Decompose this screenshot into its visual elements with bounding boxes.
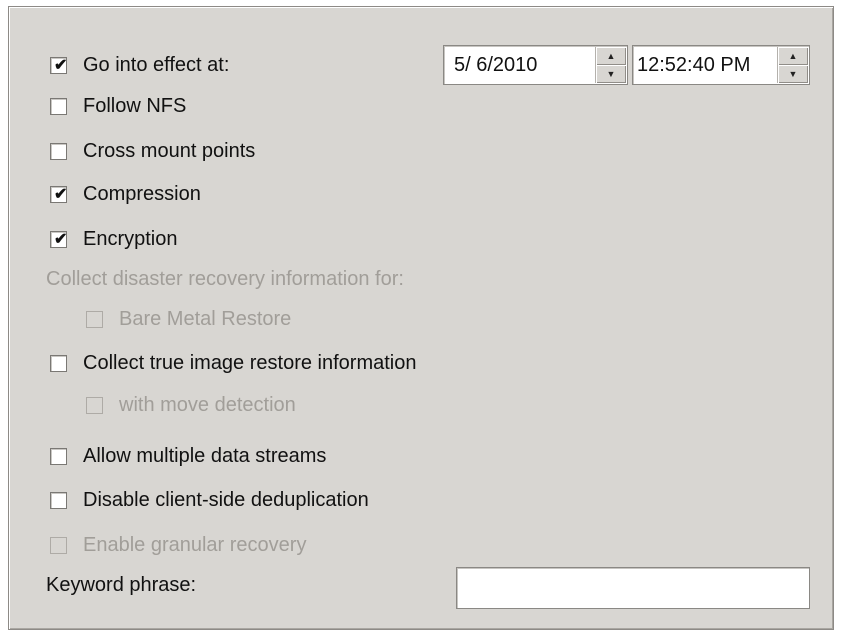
disable-dedup-checkbox[interactable] xyxy=(50,492,67,509)
move-detection-checkbox xyxy=(86,397,103,414)
granular-recovery-checkbox xyxy=(50,537,67,554)
date-spinner: ▲ ▼ xyxy=(595,47,626,83)
bare-metal-restore-checkbox xyxy=(86,311,103,328)
spin-down-icon: ▼ xyxy=(606,69,616,79)
encryption-label: Encryption xyxy=(83,228,178,250)
cross-mount-points-option[interactable]: Cross mount points xyxy=(50,140,255,163)
granular-recovery-option: Enable granular recovery xyxy=(50,534,306,557)
multiple-data-streams-checkbox[interactable] xyxy=(50,448,67,465)
spin-up-icon: ▲ xyxy=(606,51,616,61)
follow-nfs-option[interactable]: Follow NFS xyxy=(50,95,186,118)
collect-true-image-checkbox[interactable] xyxy=(50,355,67,372)
bare-metal-restore-option: Bare Metal Restore xyxy=(86,308,291,331)
encryption-checkbox[interactable]: ✔ xyxy=(50,231,67,248)
compression-label: Compression xyxy=(83,183,201,205)
check-icon: ✔ xyxy=(54,57,68,74)
disaster-recovery-label: Collect disaster recovery information fo… xyxy=(46,268,404,290)
go-into-effect-option[interactable]: ✔ Go into effect at: xyxy=(50,54,229,77)
check-icon: ✔ xyxy=(54,186,68,203)
effective-date-value[interactable]: 5/ 6/2010 xyxy=(444,54,595,77)
go-into-effect-checkbox[interactable]: ✔ xyxy=(50,57,67,74)
move-detection-label: with move detection xyxy=(119,394,296,416)
check-icon: ✔ xyxy=(54,231,68,248)
follow-nfs-label: Follow NFS xyxy=(83,95,187,117)
granular-recovery-label: Enable granular recovery xyxy=(83,534,307,556)
time-spin-up-button[interactable]: ▲ xyxy=(778,47,808,65)
date-spin-down-button[interactable]: ▼ xyxy=(596,65,626,83)
collect-true-image-option[interactable]: Collect true image restore information xyxy=(50,352,416,375)
follow-nfs-checkbox[interactable] xyxy=(50,98,67,115)
multiple-data-streams-option[interactable]: Allow multiple data streams xyxy=(50,445,326,468)
spin-up-icon: ▲ xyxy=(788,51,798,61)
effective-time-value[interactable]: 12:52:40 PM xyxy=(633,54,777,77)
go-into-effect-label: Go into effect at: xyxy=(83,54,230,76)
compression-option[interactable]: ✔ Compression xyxy=(50,183,201,206)
compression-checkbox[interactable]: ✔ xyxy=(50,186,67,203)
collect-true-image-label: Collect true image restore information xyxy=(83,352,417,374)
effective-time-picker[interactable]: 12:52:40 PM ▲ ▼ xyxy=(632,45,810,85)
keyword-phrase-input[interactable] xyxy=(456,567,810,609)
time-spinner: ▲ ▼ xyxy=(777,47,808,83)
time-spin-down-button[interactable]: ▼ xyxy=(778,65,808,83)
date-spin-up-button[interactable]: ▲ xyxy=(596,47,626,65)
encryption-option[interactable]: ✔ Encryption xyxy=(50,228,178,251)
effective-date-picker[interactable]: 5/ 6/2010 ▲ ▼ xyxy=(443,45,628,85)
move-detection-option: with move detection xyxy=(86,394,296,417)
multiple-data-streams-label: Allow multiple data streams xyxy=(83,445,327,467)
keyword-phrase-label: Keyword phrase: xyxy=(46,574,197,596)
spin-down-icon: ▼ xyxy=(788,69,798,79)
disable-dedup-label: Disable client-side deduplication xyxy=(83,489,369,511)
cross-mount-points-label: Cross mount points xyxy=(83,140,256,162)
cross-mount-points-checkbox[interactable] xyxy=(50,143,67,160)
bare-metal-restore-label: Bare Metal Restore xyxy=(119,308,292,330)
disable-dedup-option[interactable]: Disable client-side deduplication xyxy=(50,489,369,512)
